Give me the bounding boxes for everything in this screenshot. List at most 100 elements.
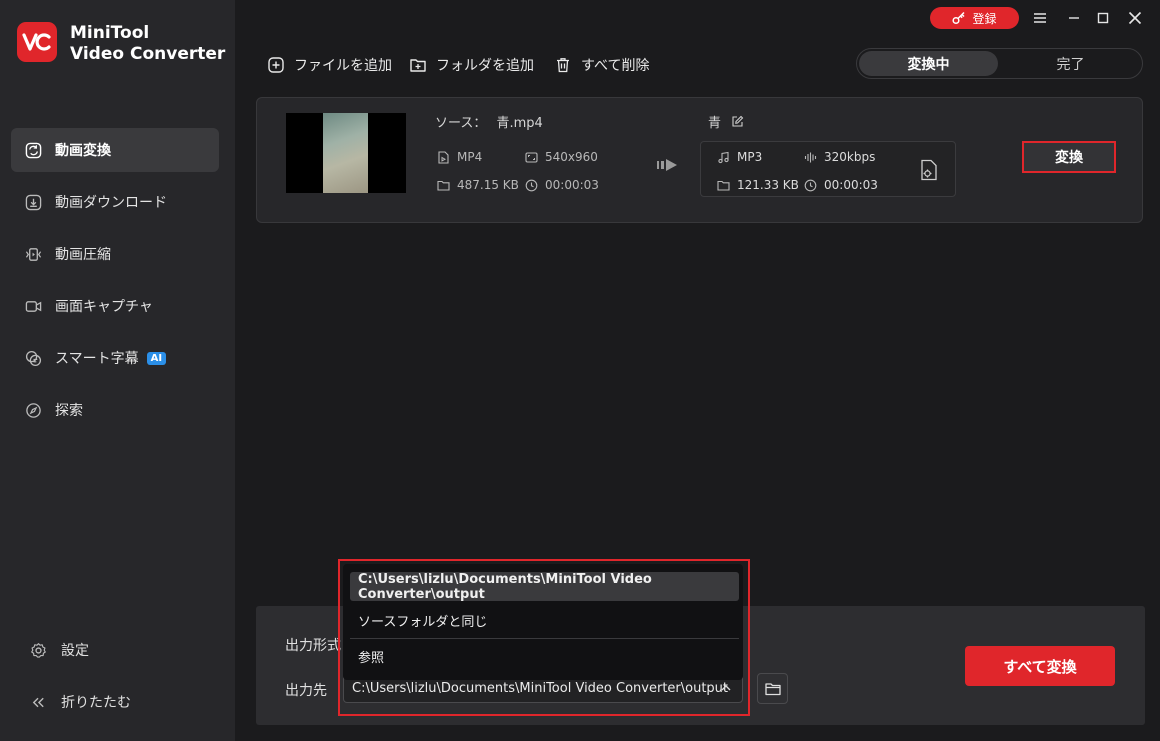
- trash-icon: [557, 58, 569, 73]
- source-filename: 青.mp4: [496, 116, 543, 131]
- add-folder-label: フォルダを追加: [436, 58, 534, 74]
- compress-icon: [25, 247, 42, 261]
- folder-plus-icon: [410, 59, 426, 72]
- chevron-up-icon: [721, 685, 731, 691]
- app-logo: [17, 22, 57, 62]
- dropdown-divider: [350, 638, 739, 639]
- convert-all-button[interactable]: すべて変換: [965, 646, 1115, 686]
- maximize-button[interactable]: [1093, 8, 1113, 28]
- sidebar-item-video-convert[interactable]: 動画変換: [11, 128, 219, 172]
- sidebar-item-video-download[interactable]: 動画ダウンロード: [11, 180, 219, 224]
- format-settings-icon[interactable]: [919, 159, 939, 181]
- source-duration: 00:00:03: [525, 178, 599, 192]
- target-bitrate: 320kbps: [804, 150, 875, 164]
- source-format-value: MP4: [457, 150, 483, 164]
- thumbnail-image: [323, 113, 368, 193]
- settings-button[interactable]: 設定: [30, 640, 89, 660]
- download-icon: [25, 194, 42, 210]
- target-size: 121.33 KB: [717, 178, 799, 192]
- app-name-line1: MiniTool: [70, 23, 150, 43]
- subtitle-icon: [25, 350, 42, 366]
- target-bitrate-value: 320kbps: [824, 150, 876, 164]
- sidebar-item-video-compress[interactable]: 動画圧縮: [11, 232, 219, 276]
- hamburger-icon: [1034, 13, 1046, 23]
- sidebar-item-label: 動画ダウンロード: [55, 195, 167, 211]
- compass-icon: [26, 402, 41, 418]
- clock-icon: [804, 179, 817, 191]
- target-name: 青: [708, 112, 744, 131]
- dropdown-option-default-path[interactable]: C:\Users\lizlu\Documents\MiniTool Video …: [350, 572, 739, 602]
- target-size-value: 121.33 KB: [737, 178, 799, 192]
- sidebar-item-label: スマート字幕: [55, 351, 139, 367]
- source-resolution-value: 540x960: [545, 150, 598, 164]
- plus-circle-icon: [268, 57, 284, 73]
- add-folder-button[interactable]: フォルダを追加: [410, 55, 534, 75]
- convert-icon: [25, 142, 42, 158]
- source-resolution: 540x960: [525, 150, 598, 164]
- folder-icon: [437, 180, 450, 191]
- sidebar-item-explore[interactable]: 探索: [11, 388, 219, 432]
- source-format: MP4: [437, 150, 482, 164]
- source-size-value: 487.15 KB: [457, 178, 519, 192]
- source-size: 487.15 KB: [437, 178, 519, 192]
- convert-button[interactable]: 変換: [1022, 141, 1116, 173]
- tab-converting[interactable]: 変換中: [859, 51, 998, 76]
- edit-icon[interactable]: [731, 115, 744, 128]
- app-name: MiniTool Video Converter: [70, 23, 225, 65]
- close-icon: [1128, 11, 1142, 25]
- dropdown-option-browse[interactable]: 参照: [350, 642, 739, 671]
- output-format-label: 出力形式: [285, 638, 341, 654]
- file-card: ソース： 青.mp4 MP4 540x960 487.15 KB 00:00:0…: [256, 97, 1143, 223]
- minimize-button[interactable]: [1064, 8, 1084, 28]
- waveform-icon: [804, 152, 817, 162]
- register-button[interactable]: 登録: [930, 7, 1019, 29]
- sidebar-item-label: 動画変換: [55, 143, 111, 159]
- menu-button[interactable]: [1030, 8, 1050, 28]
- source-duration-value: 00:00:03: [545, 178, 599, 192]
- target-format-value: MP3: [737, 150, 763, 164]
- music-note-icon: [718, 151, 729, 163]
- settings-label: 設定: [61, 643, 89, 659]
- arrow-right-icon: [657, 159, 677, 171]
- add-file-button[interactable]: ファイルを追加: [268, 55, 392, 75]
- maximize-icon: [1097, 12, 1109, 24]
- folder-icon: [717, 180, 730, 191]
- app-name-line2: Video Converter: [70, 44, 226, 64]
- open-folder-button[interactable]: [757, 673, 788, 704]
- sidebar: MiniTool Video Converter 動画変換 動画ダウンロード 動…: [0, 0, 235, 741]
- target-duration-value: 00:00:03: [824, 178, 878, 192]
- delete-all-button[interactable]: すべて削除: [555, 55, 649, 75]
- video-thumbnail[interactable]: [286, 113, 406, 193]
- sidebar-item-label: 探索: [55, 403, 83, 419]
- collapse-label: 折りたたむ: [61, 695, 131, 711]
- target-filename: 青: [708, 116, 722, 131]
- output-path-dropdown: C:\Users\lizlu\Documents\MiniTool Video …: [343, 564, 743, 680]
- dropdown-option-same-as-source[interactable]: ソースフォルダと同じ: [350, 606, 739, 635]
- camera-icon: [25, 300, 42, 312]
- target-duration: 00:00:03: [804, 178, 878, 192]
- ai-badge: AI: [146, 351, 167, 365]
- minimize-icon: [1069, 17, 1079, 19]
- collapse-button[interactable]: 折りたたむ: [30, 692, 131, 712]
- output-path-value: C:\Users\lizlu\Documents\MiniTool Video …: [352, 681, 729, 696]
- target-format: MP3: [717, 150, 762, 164]
- add-file-label: ファイルを追加: [294, 58, 392, 74]
- status-tabs: 変換中 完了: [856, 48, 1143, 79]
- folder-open-icon: [764, 682, 781, 695]
- double-chevron-left-icon: [32, 697, 44, 707]
- sidebar-item-label: 動画圧縮: [55, 247, 111, 263]
- output-destination-label: 出力先: [285, 683, 327, 699]
- vc-logo-icon: [22, 33, 51, 51]
- tab-done[interactable]: 完了: [1001, 51, 1140, 76]
- register-label: 登録: [972, 11, 997, 26]
- target-settings-box[interactable]: MP3 320kbps 121.33 KB 00:00:03: [700, 141, 956, 197]
- sidebar-item-smart-subtitle[interactable]: スマート字幕 AI: [11, 336, 219, 380]
- delete-all-label: すべて削除: [581, 58, 650, 74]
- sidebar-item-label: 画面キャプチャ: [55, 299, 153, 315]
- key-icon: [952, 11, 966, 25]
- close-button[interactable]: [1125, 8, 1145, 28]
- gear-icon: [31, 642, 46, 658]
- sidebar-item-screen-capture[interactable]: 画面キャプチャ: [11, 284, 219, 328]
- resolution-icon: [525, 151, 538, 163]
- file-video-icon: [438, 150, 449, 164]
